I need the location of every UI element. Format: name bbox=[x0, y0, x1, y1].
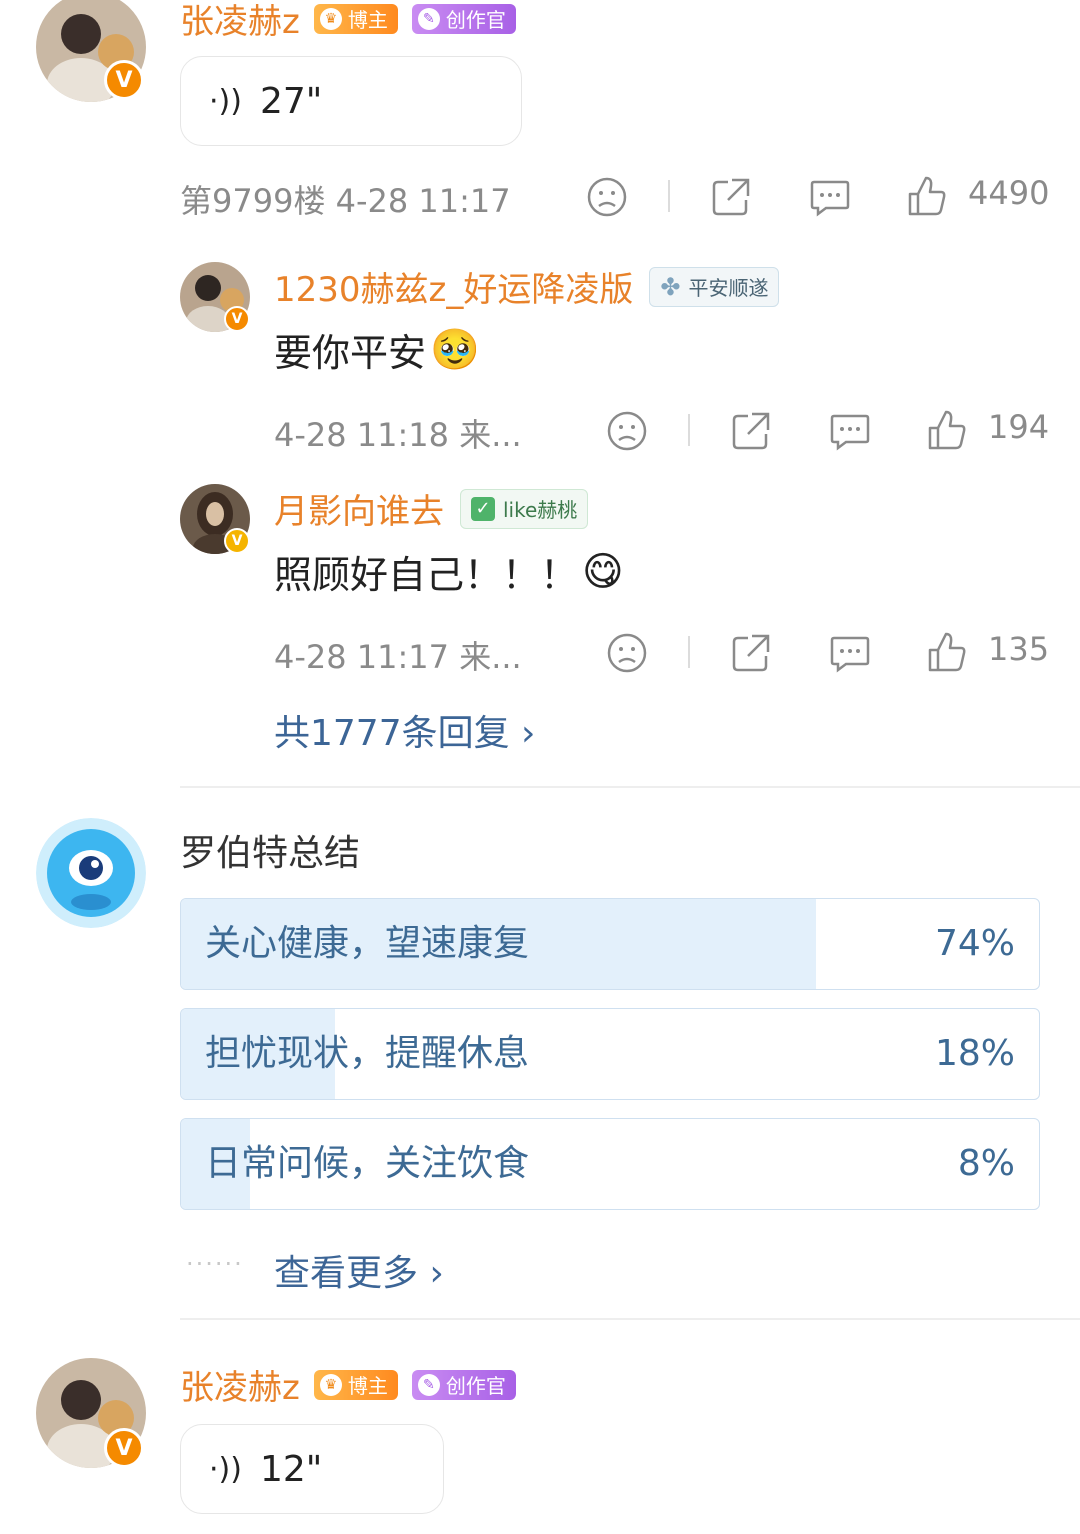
creator-tag: ✎ 创作官 bbox=[411, 3, 516, 34]
poll-option-label: 担忧现状，提醒休息 bbox=[205, 1033, 530, 1074]
reply-header: 1230赫兹z_好运降凌版 ✤ 平安顺遂 bbox=[274, 262, 780, 311]
thumbs-up-icon[interactable] bbox=[906, 174, 948, 218]
divider bbox=[688, 636, 690, 668]
username[interactable]: 张凌赫z bbox=[180, 0, 300, 43]
brush-icon: ✎ bbox=[417, 7, 440, 30]
comment-header: 张凌赫z ♛ 博主 ✎ 创作官 bbox=[180, 0, 516, 43]
dotted-leader: ······ bbox=[186, 1250, 244, 1278]
voice-duration: 27" bbox=[259, 80, 323, 122]
poll-option[interactable]: 关心健康，望速康复 74% bbox=[180, 898, 1040, 990]
poll-option[interactable]: 日常问候，关注饮食 8% bbox=[180, 1118, 1040, 1210]
divider bbox=[180, 786, 1080, 788]
username[interactable]: 月影向谁去 bbox=[274, 484, 444, 533]
user-badge: ✓ like赫桃 bbox=[460, 488, 589, 529]
username[interactable]: 1230赫兹z_好运降凌版 bbox=[274, 262, 633, 311]
share-icon[interactable] bbox=[730, 410, 772, 452]
summary-title: 罗伯特总结 bbox=[180, 833, 361, 874]
poll-option-percent: 74% bbox=[934, 923, 1015, 964]
verified-badge-icon: V bbox=[104, 60, 144, 100]
poll-option[interactable]: 担忧现状，提醒休息 18% bbox=[180, 1008, 1040, 1100]
voice-message[interactable]: ·)) 27" bbox=[180, 56, 522, 146]
brush-icon: ✎ bbox=[417, 1373, 440, 1396]
reply-text: 照顾好自己！！！ 😋 bbox=[274, 548, 624, 598]
username[interactable]: 张凌赫z bbox=[180, 1360, 300, 1409]
verified-badge-icon: V bbox=[104, 1428, 144, 1468]
divider bbox=[180, 1318, 1080, 1320]
crown-icon: ♛ bbox=[319, 1373, 342, 1396]
reply-meta: 4-28 11:17 来... bbox=[274, 638, 522, 676]
like-count: 194 bbox=[988, 408, 1050, 446]
action-bar: 194 bbox=[606, 408, 1050, 452]
divider bbox=[688, 414, 690, 446]
comment-icon[interactable] bbox=[828, 632, 872, 674]
view-all-replies-link[interactable]: 共1777条回复 › bbox=[274, 704, 535, 756]
floor-time: 第9799楼 4-28 11:17 bbox=[180, 182, 511, 220]
action-bar: 135 bbox=[606, 630, 1050, 674]
dislike-face-icon[interactable] bbox=[606, 410, 648, 452]
comment-icon[interactable] bbox=[828, 410, 872, 452]
sound-wave-icon: ·)) bbox=[209, 1451, 242, 1487]
face-emoji: 😋 bbox=[582, 548, 624, 595]
thumbs-up-icon[interactable] bbox=[926, 408, 968, 452]
verified-badge-icon: V bbox=[224, 528, 250, 554]
poll-option-percent: 18% bbox=[934, 1033, 1015, 1074]
poll-option-label: 关心健康，望速康复 bbox=[205, 923, 530, 964]
thumbs-up-icon[interactable] bbox=[926, 630, 968, 674]
reply-meta: 4-28 11:18 来... bbox=[274, 416, 522, 454]
comment-header: 张凌赫z ♛ 博主 ✎ 创作官 bbox=[180, 1360, 516, 1409]
verified-badge-icon: V bbox=[224, 306, 250, 332]
poll-option-label: 日常问候，关注饮食 bbox=[205, 1143, 530, 1184]
divider bbox=[668, 180, 670, 212]
robot-avatar[interactable] bbox=[36, 818, 146, 928]
poll-option-percent: 8% bbox=[957, 1143, 1015, 1184]
action-bar: 4490 bbox=[586, 174, 1050, 218]
blogger-tag: ♛ 博主 bbox=[313, 3, 398, 34]
pleading-face-emoji: 🥹 bbox=[430, 327, 480, 373]
reply-header: 月影向谁去 ✓ like赫桃 bbox=[274, 484, 589, 533]
dislike-face-icon[interactable] bbox=[606, 632, 648, 674]
voice-duration: 12" bbox=[259, 1448, 323, 1490]
voice-message[interactable]: ·)) 12" bbox=[180, 1424, 444, 1514]
blogger-tag: ♛ 博主 bbox=[313, 1369, 398, 1400]
clover-icon: ✤ bbox=[660, 272, 681, 301]
share-icon[interactable] bbox=[730, 632, 772, 674]
crown-icon: ♛ bbox=[319, 7, 342, 30]
comment-icon[interactable] bbox=[808, 176, 852, 218]
reply-text: 要你平安 🥹 bbox=[274, 327, 480, 375]
like-count: 4490 bbox=[968, 174, 1050, 212]
sound-wave-icon: ·)) bbox=[209, 83, 242, 119]
user-badge: ✤ 平安顺遂 bbox=[649, 266, 780, 307]
share-icon[interactable] bbox=[710, 176, 752, 218]
checkmark-icon: ✓ bbox=[471, 496, 495, 521]
creator-tag: ✎ 创作官 bbox=[411, 1369, 516, 1400]
like-count: 135 bbox=[988, 630, 1050, 668]
dislike-face-icon[interactable] bbox=[586, 176, 628, 218]
view-more-link[interactable]: 查看更多 › bbox=[274, 1244, 444, 1296]
